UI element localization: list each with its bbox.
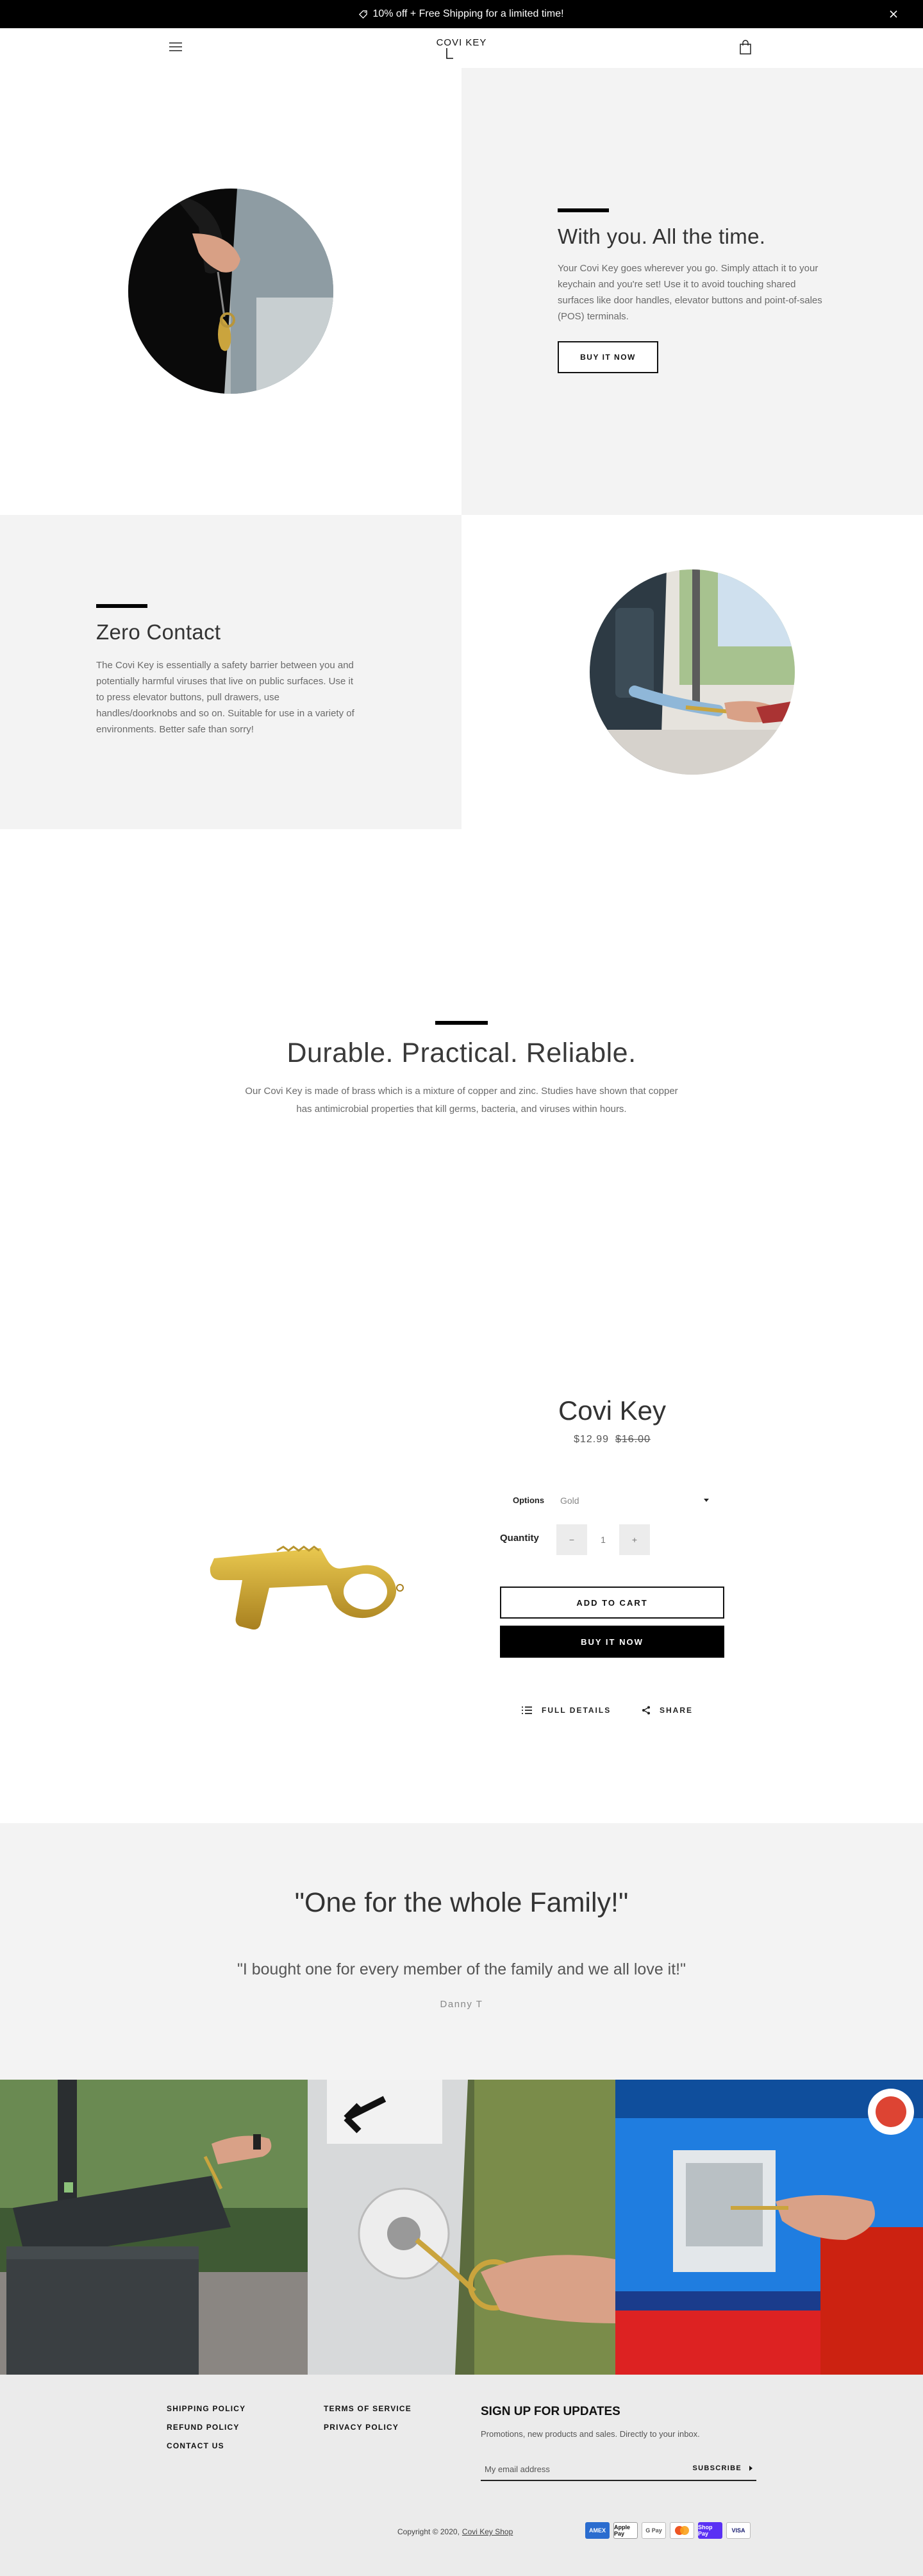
options-select[interactable]: Options Gold [500,1493,724,1511]
announcement-text: 10% off + Free Shipping for a limited ti… [372,8,564,19]
testimonial-author: Danny T [440,1999,483,2010]
feature1-rule [558,208,609,212]
tag-icon [359,10,368,19]
footer-link-shipping-policy[interactable]: SHIPPING POLICY [167,2404,245,2413]
footer-link-terms-of-service[interactable]: TERMS OF SERVICE [324,2404,412,2413]
visa-icon: VISA [726,2522,751,2539]
quantity-label: Quantity [500,1533,539,1544]
feature2-image-panel [462,515,923,829]
testimonial-section: "One for the whole Family!" "I bought on… [0,1823,923,2080]
shop-pay-icon: Shop Pay [698,2522,722,2539]
durable-title: Durable. Practical. Reliable. [287,1038,636,1068]
product-compare-price: $16.00 [615,1434,651,1445]
hand-with-keychain-photo [128,189,333,394]
feature2-text-panel: Zero Contact The Covi Key is essentially… [0,515,462,829]
copyright: Copyright © 2020, Covi Key Shop [397,2527,513,2536]
signup-subtitle: Promotions, new products and sales. Dire… [481,2429,700,2439]
subscribe-button[interactable]: SUBSCRIBE [693,2464,753,2472]
durable-text: Our Covi Key is made of brass which is a… [245,1086,678,1115]
list-icon [522,1706,532,1714]
chevron-down-icon [704,1499,709,1502]
hamburger-menu-icon[interactable] [169,41,183,53]
share-label: SHARE [660,1706,694,1715]
options-value: Gold [560,1495,579,1506]
mastercard-circles-icon [675,2526,689,2535]
quantity-input[interactable]: 1 [587,1524,619,1555]
product-price: $12.99 [574,1434,609,1445]
footer-link-privacy-policy[interactable]: PRIVACY POLICY [324,2423,399,2432]
signup-title: SIGN UP FOR UPDATES [481,2405,620,2418]
door-handle-photo [590,569,795,775]
feature2-title: Zero Contact [96,620,221,644]
full-details-label: FULL DETAILS [542,1706,611,1715]
product-title: Covi Key [558,1395,667,1426]
google-pay-icon: G Pay [642,2522,666,2539]
mastercard-icon [670,2522,694,2539]
logo-text: COVI KEY [436,37,487,48]
copyright-text: Copyright © 2020, [397,2527,460,2536]
apple-pay-icon: Apple Pay [613,2522,638,2539]
quantity-decrease-button[interactable]: − [556,1524,587,1555]
subscribe-label: SUBSCRIBE [692,2464,742,2472]
email-field[interactable] [485,2462,677,2476]
gallery-gas-pump-photo [615,2080,923,2375]
announcement-bar: 10% off + Free Shipping for a limited ti… [0,0,923,28]
key-logo-icon [446,48,453,59]
product-buy-now-button[interactable]: BUY IT NOW [500,1626,724,1658]
testimonial-quote: "I bought one for every member of the fa… [237,1960,686,1978]
shop-link[interactable]: Covi Key Shop [462,2527,513,2536]
full-details-link[interactable]: FULL DETAILS [521,1706,611,1715]
gallery-trash-bin-photo [0,2080,308,2375]
add-to-cart-button[interactable]: ADD TO CART [500,1587,724,1619]
feature2-rule [96,604,147,608]
site-header: COVI KEY [0,28,923,68]
feature1-image-panel [0,68,462,515]
site-logo[interactable]: COVI KEY [429,35,494,63]
testimonial-title: "One for the whole Family!" [294,1887,629,1918]
footer-link-contact-us[interactable]: CONTACT US [167,2441,224,2450]
share-link[interactable]: SHARE [642,1706,693,1715]
durable-rule [435,1021,488,1025]
cart-bag-icon[interactable] [738,39,753,55]
buy-it-now-button[interactable]: BUY IT NOW [558,341,658,373]
feature1-text: Your Covi Key goes wherever you go. Simp… [558,263,822,322]
chevron-right-icon [749,2466,753,2471]
feature1-text-panel: With you. All the time. Your Covi Key go… [462,68,923,515]
amex-icon: AMEX [585,2522,610,2539]
quantity-increase-button[interactable]: + [619,1524,650,1555]
share-icon [642,1706,650,1715]
product-price-row: $12.99 $16.00 [500,1434,724,1445]
options-label: Options [513,1495,545,1505]
footer-link-refund-policy[interactable]: REFUND POLICY [167,2423,240,2432]
feature1-title: With you. All the time. [558,224,766,248]
newsletter-form: SUBSCRIBE [481,2458,756,2481]
feature2-text: The Covi Key is essentially a safety bar… [96,660,354,735]
close-icon[interactable] [887,8,900,21]
product-image[interactable] [205,1526,410,1635]
gallery-door-photo [308,2080,615,2375]
site-footer: SHIPPING POLICY REFUND POLICY CONTACT US… [0,2375,923,2576]
